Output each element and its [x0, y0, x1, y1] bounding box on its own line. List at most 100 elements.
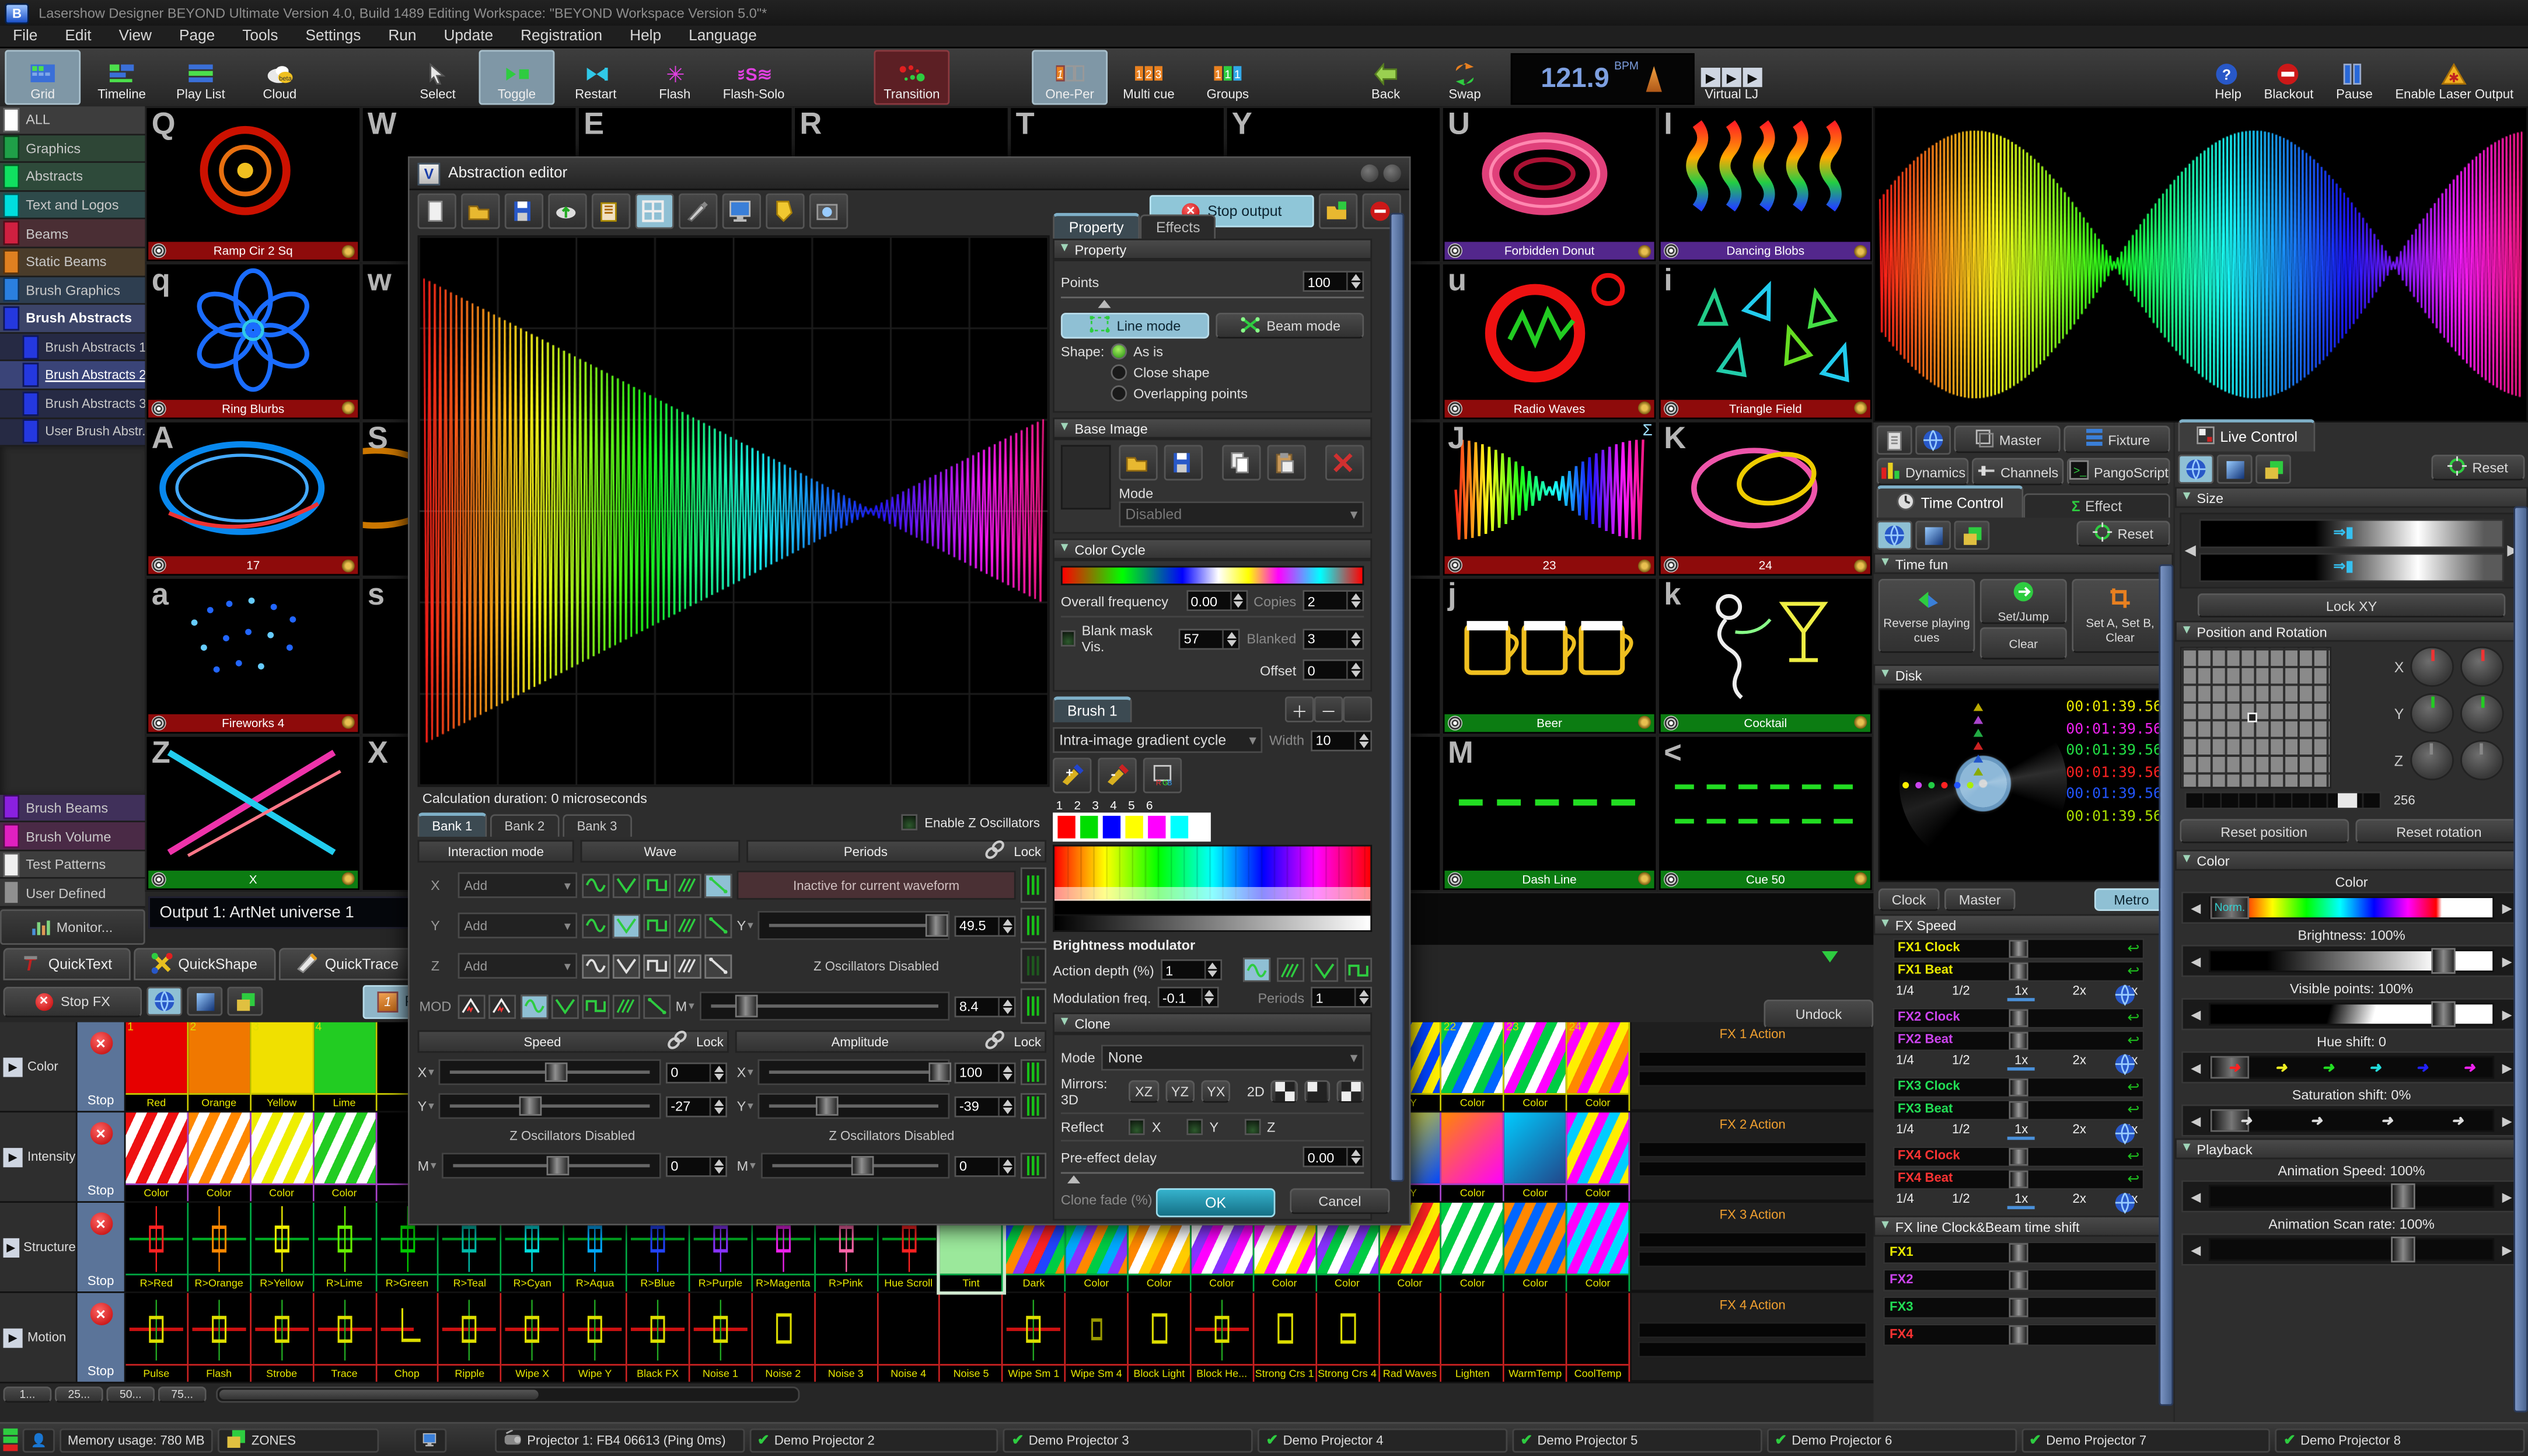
quick-tool-tab[interactable]: QuickShape: [133, 948, 275, 980]
fx-row-stop[interactable]: ✕Stop: [78, 1293, 126, 1382]
bm-wave-sine[interactable]: [1243, 958, 1270, 982]
projector-status[interactable]: ✔Demo Projector 6: [1766, 1427, 2016, 1451]
gray-ramp[interactable]: [1053, 916, 1372, 932]
sidebar-category[interactable]: [0, 447, 145, 794]
toolbar-button[interactable]: [953, 50, 1029, 105]
mirror-2d-3[interactable]: [1338, 1080, 1364, 1103]
cue-cell[interactable]: u Radio Waves: [1441, 263, 1657, 420]
menu-item[interactable]: Tools: [242, 27, 278, 45]
notes-button[interactable]: [592, 194, 630, 229]
menu-item[interactable]: File: [13, 27, 37, 45]
x-wave-saw[interactable]: [674, 873, 701, 897]
amp-y-slider[interactable]: [758, 1093, 949, 1119]
fx-line-slider[interactable]: FX2: [1883, 1269, 2157, 1291]
toolbar-button[interactable]: Back: [1348, 50, 1424, 105]
fx-cell[interactable]: Noise 2: [753, 1293, 815, 1382]
menu-item[interactable]: Registration: [521, 27, 602, 45]
mod-periods-slider[interactable]: [699, 991, 949, 1021]
copies-spinner[interactable]: 2: [1303, 590, 1364, 611]
fx-line-slider[interactable]: FX3: [1883, 1296, 2157, 1319]
z-knob-1[interactable]: [2410, 740, 2453, 780]
x-fft-button[interactable]: [1021, 867, 1046, 903]
base-delete-button[interactable]: [1325, 445, 1364, 481]
mod-periods-spinner[interactable]: 8.4: [955, 996, 1016, 1017]
shape-close-radio[interactable]: [1111, 364, 1127, 380]
fx-globe-button[interactable]: [146, 987, 182, 1016]
mod-wave-saw[interactable]: [613, 994, 640, 1018]
display-button[interactable]: [722, 194, 761, 229]
tab-bank2[interactable]: Bank 2: [490, 814, 560, 837]
brightness-slider[interactable]: ◀▶: [2181, 945, 2522, 977]
color-palette[interactable]: [1053, 845, 1372, 916]
base-save-button[interactable]: [1164, 445, 1203, 481]
cue-cell[interactable]: A 17: [145, 420, 361, 577]
property-section-header[interactable]: Property: [1053, 239, 1372, 260]
projector-status[interactable]: ✔Demo Projector 3: [1004, 1427, 1253, 1451]
tab-bank3[interactable]: Bank 3: [563, 814, 632, 837]
pre-effect-delay-spinner[interactable]: 0.00: [1303, 1146, 1364, 1167]
fx-speed-scale[interactable]: 1/41/21x2x4x: [1896, 983, 2138, 1001]
z-wave-sq[interactable]: [643, 954, 671, 977]
fx-cell[interactable]: Block He...: [1191, 1293, 1253, 1382]
toolbar-right-button[interactable]: ? Help: [2205, 50, 2251, 105]
sidebar-category[interactable]: Beams: [0, 220, 145, 249]
brush-swatch[interactable]: [1080, 816, 1098, 839]
animation-scan-slider[interactable]: ◀▶: [2181, 1234, 2522, 1266]
monitor-button[interactable]: Monitor...: [0, 909, 145, 945]
cue-cell[interactable]: I Dancing Blobs: [1657, 106, 1873, 263]
tc-globe-button[interactable]: [1877, 521, 1912, 550]
mirror-2d-2[interactable]: [1304, 1080, 1331, 1103]
tab-property[interactable]: Property: [1053, 213, 1140, 239]
speed-x-slider[interactable]: [439, 1059, 661, 1085]
fx-layers-button[interactable]: [228, 987, 263, 1016]
position-rotation-header[interactable]: Position and Rotation: [2175, 621, 2528, 642]
page-25-button[interactable]: 25...: [55, 1387, 103, 1403]
fx-cell[interactable]: Noise 4: [878, 1293, 940, 1382]
fx-speed-scale[interactable]: 1/41/21x2x4x: [1896, 1122, 2138, 1140]
fx-cell[interactable]: 3Yellow: [251, 1022, 313, 1111]
mod-shape-2[interactable]: [488, 994, 516, 1018]
x-wave-sine[interactable]: [582, 873, 609, 897]
cue-cell[interactable]: j Beer: [1441, 578, 1657, 735]
amp-x-fft[interactable]: [1021, 1059, 1046, 1085]
page-1-button[interactable]: 1...: [4, 1387, 52, 1403]
tc-reset-button[interactable]: Reset: [2076, 521, 2170, 546]
z-wave-saw[interactable]: [674, 954, 701, 977]
cue-cell[interactable]: k Cocktail: [1657, 578, 1873, 735]
save-button[interactable]: [505, 194, 543, 229]
fx-row-stop[interactable]: ✕Stop: [78, 1203, 126, 1291]
reflect-x-checkbox[interactable]: [1129, 1119, 1146, 1135]
panelB-scrollbar[interactable]: [2513, 507, 2528, 1413]
fx4-action[interactable]: FX 4 Action: [1632, 1293, 1873, 1382]
fx-cell[interactable]: Color: [1442, 1112, 1504, 1201]
editor-scrollbar[interactable]: [1390, 213, 1405, 1182]
x-knob-2[interactable]: [2460, 647, 2504, 687]
beam-mode-button[interactable]: Beam mode: [1216, 313, 1364, 338]
fx-blue-button[interactable]: [187, 987, 222, 1016]
speed-m-slider[interactable]: [441, 1153, 661, 1178]
color-slider[interactable]: ◀ Norm. ▶: [2181, 892, 2522, 924]
size-control[interactable]: ◀ ⇒▮ ⇒▮ ▶: [2180, 513, 2523, 589]
fx-clock-slider[interactable]: FX3 Clock↩: [1893, 1077, 2145, 1098]
fx-cell[interactable]: 23Color: [1504, 1022, 1567, 1111]
sidebar-category[interactable]: Brush Volume: [0, 823, 145, 851]
sidebar-category[interactable]: Brush Graphics: [0, 277, 145, 305]
dynamics-tab[interactable]: Dynamics: [1877, 458, 1968, 486]
color-cycle-header[interactable]: Color Cycle: [1053, 539, 1372, 560]
toolbar-right-button[interactable]: Blackout: [2254, 50, 2323, 105]
fx-cell[interactable]: Color: [314, 1112, 376, 1201]
width-spinner[interactable]: 10: [1311, 729, 1372, 750]
mod-wave-sq[interactable]: [582, 994, 609, 1018]
globe-tab-button[interactable]: [1915, 425, 1951, 455]
sidebar-category[interactable]: Text and Logos: [0, 191, 145, 220]
abstract-preview-canvas[interactable]: [418, 235, 1050, 787]
toolbar-right-button[interactable]: Pause: [2327, 50, 2383, 105]
fx-cell[interactable]: Color: [1567, 1112, 1630, 1201]
speed-m-value[interactable]: 0: [666, 1155, 727, 1176]
points-spinner[interactable]: 100: [1303, 271, 1364, 292]
cue-cell[interactable]: K 24: [1657, 420, 1873, 577]
fx-row-header[interactable]: ▶Color: [0, 1022, 78, 1111]
fx-cell[interactable]: 22Color: [1442, 1022, 1504, 1111]
fx-cell[interactable]: Color: [1504, 1112, 1567, 1201]
fx-cell[interactable]: Wipe Sm 4: [1066, 1293, 1129, 1382]
